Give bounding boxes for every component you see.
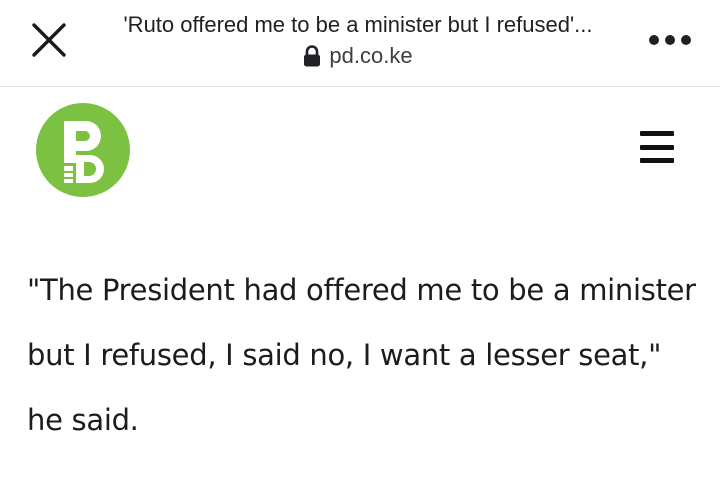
- lock-icon: [304, 45, 321, 67]
- hamburger-menu-icon[interactable]: [636, 128, 678, 166]
- url-row: pd.co.ke: [96, 42, 620, 70]
- close-icon: [32, 23, 66, 57]
- close-button[interactable]: [26, 20, 72, 60]
- menu-bar-bottom: [640, 158, 674, 163]
- page-title: 'Ruto offered me to be a minister but I …: [123, 12, 593, 37]
- pd-logo-mark: [64, 121, 104, 183]
- browser-toolbar: 'Ruto offered me to be a minister but I …: [0, 0, 720, 87]
- more-options-icon: [649, 35, 691, 45]
- article-line-2: but I refused, I said no, I want a lesse…: [27, 338, 662, 372]
- site-header: [0, 88, 720, 218]
- article-line-3: he said.: [27, 403, 139, 437]
- page-info[interactable]: 'Ruto offered me to be a minister but I …: [96, 10, 620, 70]
- pd-logo[interactable]: [36, 103, 130, 197]
- menu-bar-top: [640, 131, 674, 136]
- menu-bar-middle: [640, 144, 674, 150]
- article-body: "The President had offered me to be a mi…: [27, 258, 697, 453]
- article-line-1: "The President had offered me to be a mi…: [27, 273, 696, 307]
- url-text: pd.co.ke: [329, 43, 413, 68]
- more-options-button[interactable]: [642, 26, 698, 54]
